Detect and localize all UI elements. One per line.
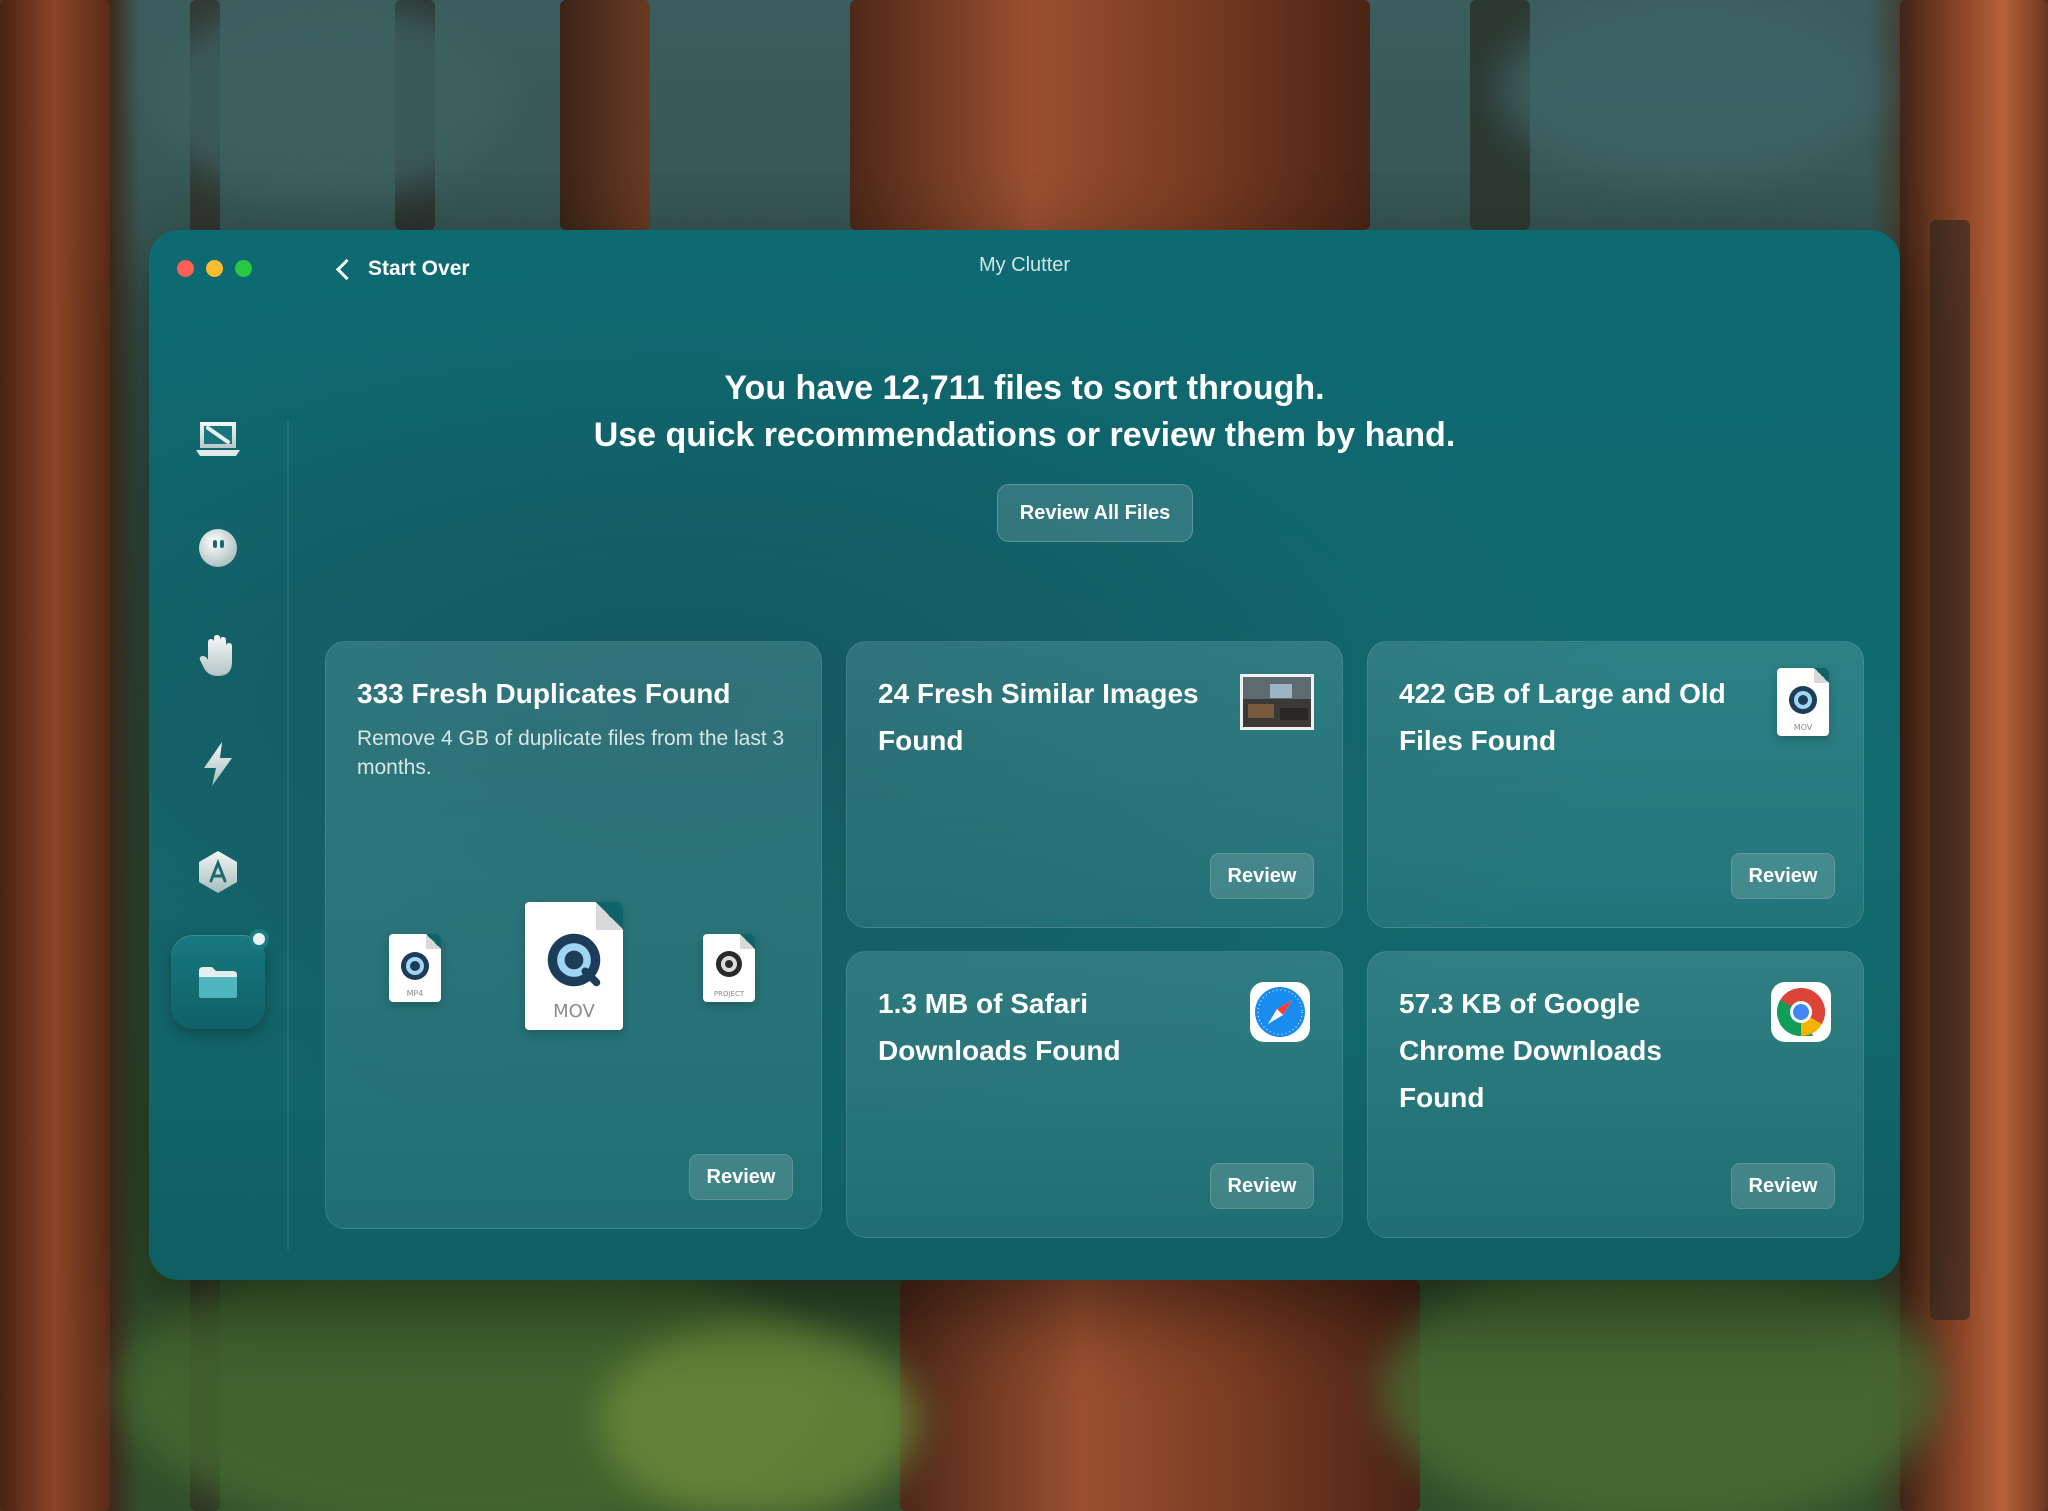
quicktime-icon — [401, 952, 429, 980]
lightning-icon — [204, 742, 232, 786]
large-old-title: 422 GB of Large and Old Files Found — [1399, 670, 1726, 764]
review-large-old-files-button[interactable]: Review — [1731, 853, 1835, 899]
sidebar-item-assistant[interactable] — [171, 1258, 265, 1280]
quicktime-icon — [1789, 686, 1817, 714]
title-line: 422 GB of Large and Old — [1399, 678, 1726, 709]
headline-line-1: You have 12,711 files to sort through. — [724, 369, 1325, 407]
card-large-old-files[interactable]: 422 GB of Large and Old Files Found MOV … — [1367, 641, 1864, 928]
duplicates-title: 333 Fresh Duplicates Found — [357, 678, 731, 709]
review-duplicates-button[interactable]: Review — [689, 1154, 793, 1200]
title-line: 1.3 MB of Safari — [878, 988, 1089, 1019]
final-cut-icon — [716, 951, 742, 977]
chrome-title: 57.3 KB of Google Chrome Downloads Found — [1399, 980, 1662, 1121]
photo-thumbnail-icon — [1240, 674, 1314, 730]
page-headline: You have 12,711 files to sort through. U… — [149, 365, 1900, 459]
safari-icon — [1250, 982, 1310, 1042]
title-line: 24 Fresh Similar Images — [878, 678, 1199, 709]
sidebar-item-performance[interactable] — [171, 717, 265, 811]
sidebar-divider — [287, 420, 289, 1250]
hand-icon — [199, 635, 232, 676]
card-chrome-downloads[interactable]: 57.3 KB of Google Chrome Downloads Found… — [1367, 951, 1864, 1238]
safari-title: 1.3 MB of Safari Downloads Found — [878, 980, 1121, 1074]
review-all-files-button[interactable]: Review All Files — [997, 484, 1193, 542]
project-file-icon: PROJECT — [703, 934, 755, 1002]
sidebar-item-privacy[interactable] — [171, 609, 265, 703]
protection-icon — [199, 529, 237, 567]
quicktime-icon — [547, 933, 601, 987]
applications-icon — [199, 851, 237, 893]
folder-icon — [199, 967, 237, 998]
duplicates-description: Remove 4 GB of duplicate files from the … — [357, 727, 785, 779]
review-chrome-downloads-button[interactable]: Review — [1731, 1163, 1835, 1209]
mov-file-icon: MOV — [525, 902, 623, 1030]
file-label: MP4 — [406, 989, 424, 998]
review-similar-images-button[interactable]: Review — [1210, 853, 1314, 899]
chrome-icon — [1771, 982, 1831, 1042]
notification-dot — [249, 929, 269, 949]
mov-file-icon: MOV — [1777, 668, 1829, 736]
file-label: MOV — [553, 1001, 595, 1022]
headline-line-2: Use quick recommendations or review them… — [593, 416, 1456, 454]
app-window: Start Over My Clutter You have 12,711 fi… — [149, 230, 1900, 1280]
mp4-file-icon: MP4 — [389, 934, 441, 1002]
card-duplicates[interactable]: 333 Fresh Duplicates Found Remove 4 GB o… — [325, 641, 822, 1229]
sidebar-item-applications[interactable] — [171, 825, 265, 919]
file-label: MOV — [1793, 723, 1813, 732]
title-line: Found — [1399, 1082, 1485, 1113]
title-line: Chrome Downloads — [1399, 1035, 1662, 1066]
title-line: Downloads Found — [878, 1035, 1121, 1066]
title-line: 57.3 KB of Google — [1399, 988, 1641, 1019]
title-line: Files Found — [1399, 725, 1557, 756]
review-safari-downloads-button[interactable]: Review — [1210, 1163, 1314, 1209]
card-safari-downloads[interactable]: 1.3 MB of Safari Downloads Found Review — [846, 951, 1343, 1238]
card-similar-images[interactable]: 24 Fresh Similar Images Found Review — [846, 641, 1343, 928]
similar-images-title: 24 Fresh Similar Images Found — [878, 670, 1199, 764]
title-line: Found — [878, 725, 964, 756]
sidebar-item-protection[interactable] — [171, 501, 265, 595]
window-title: My Clutter — [978, 254, 1071, 276]
sidebar-item-my-clutter[interactable] — [171, 929, 269, 1029]
file-label: PROJECT — [713, 990, 745, 998]
